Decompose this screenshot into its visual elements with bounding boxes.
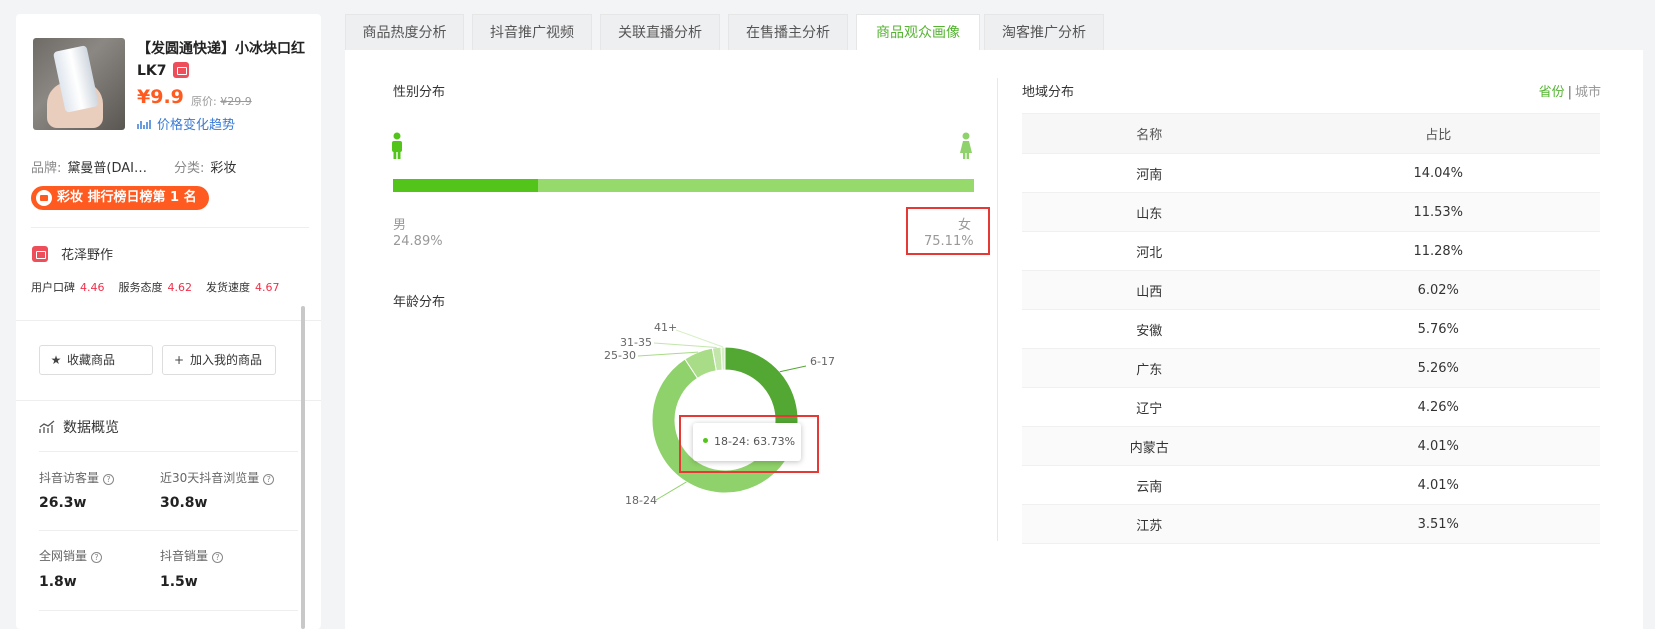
- region-share-cell: 5.26%: [1276, 348, 1600, 388]
- region-table: 名称 占比 河南 14.04% 山东 11.53% 河北 11.28% 山西 6.02% 安徽 5…: [1022, 113, 1600, 544]
- region-share-cell: 4.01%: [1276, 426, 1600, 466]
- leader-line-18-24: [655, 481, 687, 501]
- table-row: 山东 11.53%: [1022, 192, 1600, 232]
- table-row: 云南 4.01%: [1022, 465, 1600, 505]
- age-tooltip: 18-24: 63.73%: [693, 423, 801, 461]
- table-row: 辽宁 4.26%: [1022, 387, 1600, 427]
- region-name-cell: 山西: [1022, 270, 1277, 310]
- vertical-divider: [997, 78, 998, 541]
- table-row: 江苏 3.51%: [1022, 504, 1600, 544]
- region-name-cell: 河北: [1022, 231, 1277, 271]
- donut-label-18-24: 18-24: [625, 494, 657, 507]
- column-header-name[interactable]: 名称: [1022, 113, 1277, 154]
- region-share-cell: 11.28%: [1276, 231, 1600, 271]
- table-row: 河南 14.04%: [1022, 153, 1600, 193]
- table-row: 安徽 5.76%: [1022, 309, 1600, 349]
- series-dot-icon: [703, 438, 708, 443]
- table-row: 河北 11.28%: [1022, 231, 1600, 271]
- region-share-cell: 4.01%: [1276, 465, 1600, 505]
- table-row: 内蒙古 4.01%: [1022, 426, 1600, 466]
- region-name-cell: 内蒙古: [1022, 426, 1277, 466]
- region-name-cell: 江苏: [1022, 504, 1277, 544]
- region-name-cell: 云南: [1022, 465, 1277, 505]
- region-table-body: 河南 14.04% 山东 11.53% 河北 11.28% 山西 6.02% 安徽 5.76% 广东…: [1022, 153, 1600, 544]
- column-header-share[interactable]: 占比: [1276, 113, 1600, 154]
- region-section-title: 地域分布: [1022, 85, 1075, 100]
- table-row: 广东 5.26%: [1022, 348, 1600, 388]
- region-name-cell: 辽宁: [1022, 387, 1277, 427]
- region-share-cell: 14.04%: [1276, 153, 1600, 193]
- donut-label-25-30: 25-30: [604, 349, 636, 362]
- age-tooltip-text: 18-24: 63.73%: [714, 435, 796, 448]
- toggle-city[interactable]: 城市: [1575, 85, 1601, 100]
- donut-label-31-35: 31-35: [620, 336, 652, 349]
- region-name-cell: 安徽: [1022, 309, 1277, 349]
- toggle-separator: |: [1567, 85, 1572, 100]
- leader-line-6-17: [779, 365, 807, 373]
- donut-label-41+: 41+: [654, 321, 677, 334]
- region-name-cell: 山东: [1022, 192, 1277, 232]
- region-name-cell: 广东: [1022, 348, 1277, 388]
- region-share-cell: 4.26%: [1276, 387, 1600, 427]
- region-name-cell: 河南: [1022, 153, 1277, 193]
- region-share-cell: 5.76%: [1276, 309, 1600, 349]
- region-share-cell: 6.02%: [1276, 270, 1600, 310]
- table-header-row: 名称 占比: [1022, 113, 1600, 154]
- region-toggle: 省份 | 城市: [1539, 81, 1601, 100]
- toggle-province[interactable]: 省份: [1539, 85, 1565, 100]
- leader-line-31-35: [653, 342, 717, 348]
- leader-line-25-30: [637, 351, 699, 357]
- leader-line-41+: [675, 329, 724, 348]
- table-row: 山西 6.02%: [1022, 270, 1600, 310]
- region-share-cell: 3.51%: [1276, 504, 1600, 544]
- donut-label-6-17: 6-17: [810, 355, 835, 368]
- donut-slice-41+[interactable]: [720, 346, 726, 371]
- region-share-cell: 11.53%: [1276, 192, 1600, 232]
